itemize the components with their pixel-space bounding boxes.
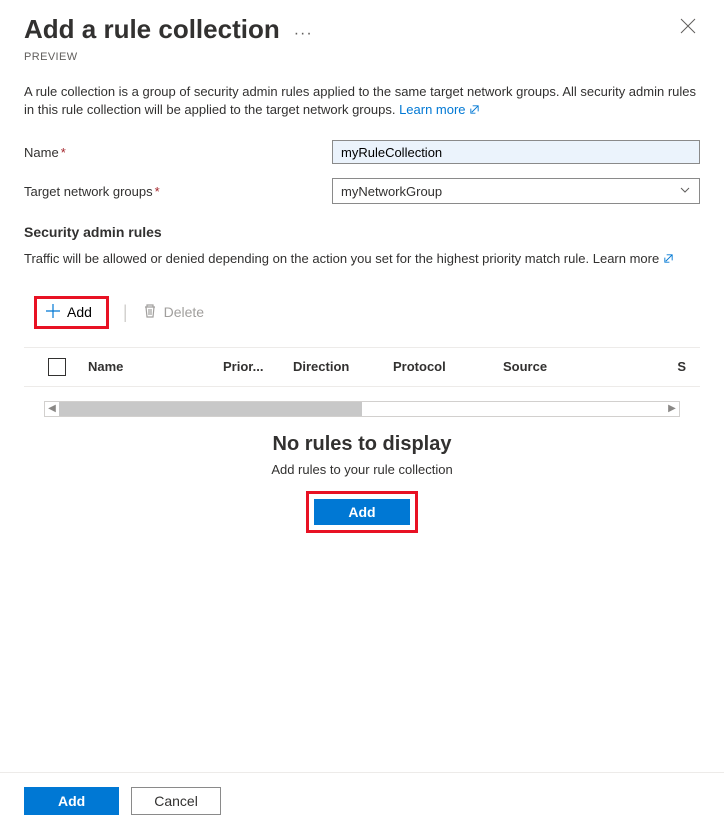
target-groups-select[interactable]: myNetworkGroup [332,178,700,204]
horizontal-scrollbar[interactable]: ◀ ▶ [44,401,680,417]
page-title: Add a rule collection [24,14,280,45]
rules-section-title: Security admin rules [24,224,700,240]
more-menu[interactable]: ··· [294,25,313,43]
toolbar-delete-button: Delete [142,303,204,322]
col-name[interactable]: Name [88,359,223,374]
empty-subtitle: Add rules to your rule collection [24,462,700,477]
footer-cancel-button[interactable]: Cancel [131,787,221,815]
scroll-left-arrow[interactable]: ◀ [45,403,59,414]
rules-section-desc: Traffic will be allowed or denied depend… [24,250,700,269]
external-link-icon [663,251,674,269]
learn-more-rules-link[interactable]: Learn more [593,251,674,266]
empty-add-button[interactable]: Add [314,499,409,525]
learn-more-link[interactable]: Learn more [399,102,480,117]
target-groups-label: Target network groups* [24,184,332,199]
name-label: Name* [24,145,332,160]
col-priority[interactable]: Prior... [223,359,293,374]
footer-add-button[interactable]: Add [24,787,119,815]
trash-icon [142,303,158,322]
col-source2[interactable]: S [583,359,692,374]
toolbar-add-button[interactable]: Add [37,299,106,326]
name-input[interactable] [332,140,700,164]
select-all-checkbox[interactable] [48,358,66,376]
description-text: A rule collection is a group of security… [24,83,700,120]
col-direction[interactable]: Direction [293,359,393,374]
preview-badge: PREVIEW [0,51,724,77]
chevron-down-icon [679,184,691,199]
col-protocol[interactable]: Protocol [393,359,503,374]
scroll-right-arrow[interactable]: ▶ [665,403,679,414]
empty-title: No rules to display [24,433,700,456]
scrollbar-thumb[interactable] [59,402,362,416]
table-header: Name Prior... Direction Protocol Source … [24,347,700,387]
toolbar-divider: | [123,302,128,323]
col-source[interactable]: Source [503,359,583,374]
external-link-icon [469,102,480,120]
plus-icon [45,303,61,322]
close-button[interactable] [676,14,700,41]
